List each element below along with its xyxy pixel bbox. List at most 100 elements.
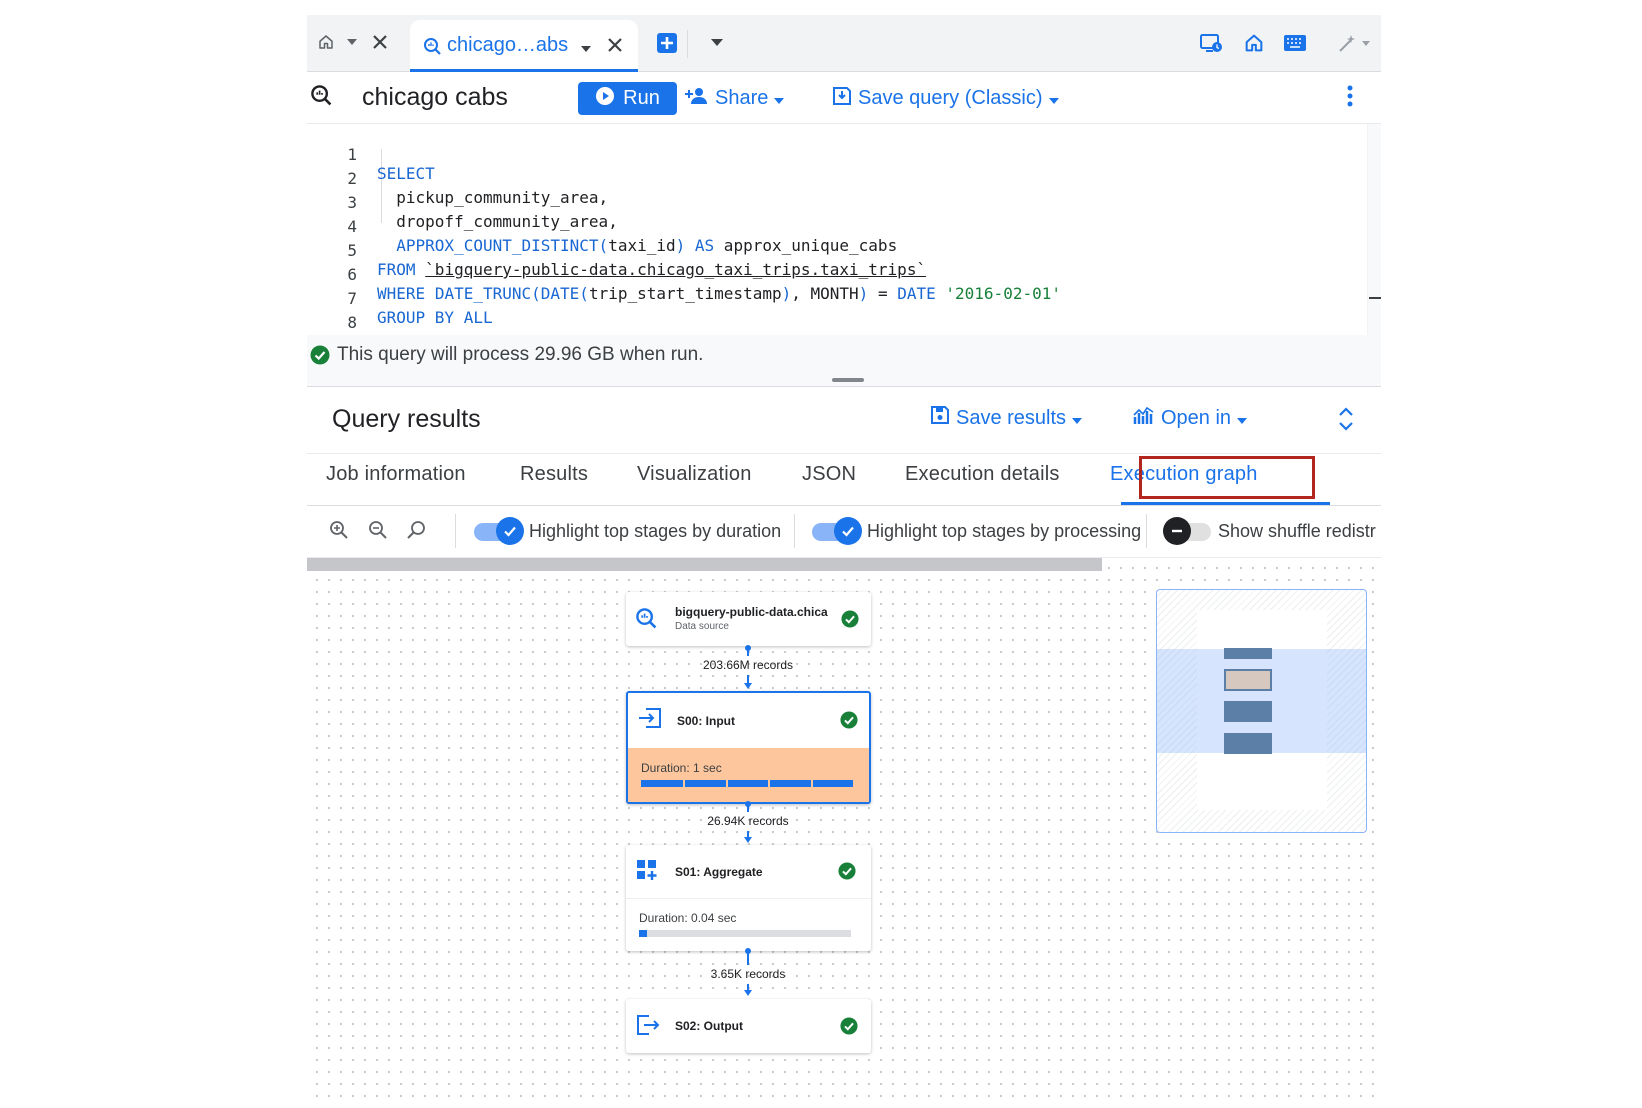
code-line[interactable]: 4 APPROX_COUNT_DISTINCT(taxi_id) AS appr… bbox=[307, 198, 1367, 255]
caret-down-icon bbox=[774, 87, 785, 110]
share-label: Share bbox=[715, 87, 769, 109]
caret-down-icon bbox=[1237, 407, 1248, 430]
share-button[interactable]: Share bbox=[685, 82, 785, 115]
edge-line bbox=[747, 648, 749, 656]
query-tab[interactable]: chicago…abs bbox=[410, 20, 638, 72]
tab-list-icon[interactable] bbox=[711, 39, 723, 46]
home-icon[interactable] bbox=[1243, 32, 1265, 54]
code-line[interactable]: 1 SELECT bbox=[307, 126, 1367, 183]
bigquery-console: chicago…abs chicago cabs Run Share Save … bbox=[307, 15, 1381, 1100]
duration-bar-divider bbox=[683, 780, 685, 787]
tab-visualization[interactable]: Visualization bbox=[637, 463, 752, 486]
minimap-node-selected bbox=[1224, 669, 1272, 691]
toggle-shuffle-label: Show shuffle redistr bbox=[1218, 521, 1376, 541]
toggle-shuffle[interactable] bbox=[1163, 517, 1213, 545]
duration-section-highlighted: Duration: 1 sec bbox=[628, 748, 869, 802]
execution-graph-canvas[interactable]: bigquery-public-data.chica Data source 2… bbox=[307, 558, 1381, 1100]
node-title: bigquery-public-data.chica bbox=[675, 605, 828, 619]
tab-json[interactable]: JSON bbox=[802, 463, 856, 486]
ask-question-icon[interactable] bbox=[1199, 32, 1223, 54]
tab-execution-details[interactable]: Execution details bbox=[905, 463, 1060, 486]
home-icon[interactable] bbox=[317, 33, 335, 51]
minimap-node bbox=[1224, 648, 1272, 659]
output-icon bbox=[635, 1014, 661, 1041]
duration-text: Duration: 1 sec bbox=[641, 761, 722, 775]
run-button[interactable]: Run bbox=[578, 82, 677, 115]
minimap-node bbox=[1224, 701, 1272, 722]
check-icon bbox=[496, 517, 524, 545]
edge-line bbox=[747, 951, 749, 965]
minimap-node bbox=[1224, 733, 1272, 754]
save-query-button[interactable]: Save query (Classic) bbox=[832, 82, 1059, 115]
tab-job-information[interactable]: Job information bbox=[326, 463, 466, 486]
more-vert-icon[interactable] bbox=[1347, 84, 1353, 113]
caret-down-icon bbox=[1072, 407, 1083, 430]
toggle-duration[interactable] bbox=[474, 517, 524, 545]
check-circle-icon bbox=[840, 1017, 858, 1040]
duration-text: Duration: 0.04 sec bbox=[639, 911, 737, 925]
duration-bar bbox=[639, 930, 851, 937]
tab-results[interactable]: Results bbox=[520, 463, 588, 486]
input-icon bbox=[637, 707, 663, 734]
zoom-in-icon[interactable] bbox=[329, 520, 349, 545]
cursor-marker bbox=[1369, 297, 1381, 299]
edge-line bbox=[747, 804, 749, 812]
code-line[interactable]: 5 FROM `bigquery-public-data.chicago_tax… bbox=[307, 222, 1367, 279]
query-title[interactable]: chicago cabs bbox=[362, 83, 508, 112]
results-title: Query results bbox=[332, 405, 481, 433]
stage-node-s01[interactable]: S01: Aggregate Duration: 0.04 sec bbox=[626, 845, 871, 951]
duration-bar-divider bbox=[768, 780, 770, 787]
graph-toolbar: Highlight top stages by duration Highlig… bbox=[307, 506, 1381, 558]
toolbar-divider bbox=[455, 514, 456, 548]
check-icon bbox=[834, 517, 862, 545]
caret-down-icon bbox=[1048, 87, 1059, 110]
active-tab-indicator bbox=[1121, 502, 1330, 505]
stage-node-s02[interactable]: S02: Output bbox=[626, 999, 871, 1053]
duration-bar-fill bbox=[639, 930, 647, 937]
check-circle-icon bbox=[840, 711, 858, 734]
tab-bar: chicago…abs bbox=[307, 15, 1381, 72]
code-line[interactable]: 2 pickup_community_area, bbox=[307, 150, 1367, 207]
code-line[interactable]: 3 dropoff_community_area, bbox=[307, 174, 1367, 231]
code-line[interactable]: 6 WHERE DATE_TRUNC(DATE(trip_start_times… bbox=[307, 246, 1367, 303]
zoom-out-icon[interactable] bbox=[368, 520, 388, 545]
toggle-processing-label: Highlight top stages by processing bbox=[867, 521, 1142, 541]
add-person-icon bbox=[685, 87, 709, 111]
open-in-label: Open in bbox=[1161, 406, 1232, 429]
data-source-node[interactable]: bigquery-public-data.chica Data source bbox=[626, 592, 871, 646]
magic-pen-icon[interactable] bbox=[1337, 32, 1371, 54]
open-in-button[interactable]: Open in bbox=[1133, 405, 1248, 431]
duration-bar-divider bbox=[726, 780, 728, 787]
results-tabs: Job information Results Visualization JS… bbox=[307, 454, 1381, 506]
duration-bar-divider bbox=[811, 780, 813, 787]
editor-scrollbar[interactable] bbox=[1367, 124, 1381, 335]
caret-down-icon[interactable] bbox=[347, 39, 357, 45]
toggle-processing[interactable] bbox=[812, 517, 862, 545]
horizontal-scrollbar[interactable] bbox=[307, 558, 1102, 571]
query-icon bbox=[310, 84, 334, 113]
minus-icon bbox=[1163, 517, 1191, 545]
keyboard-icon[interactable] bbox=[1283, 34, 1307, 52]
edge-label: 203.66M records bbox=[702, 658, 794, 672]
sql-editor[interactable]: 1 SELECT 2 pickup_community_area, 3 drop… bbox=[307, 124, 1381, 351]
add-tab-icon[interactable] bbox=[656, 32, 678, 54]
close-icon[interactable] bbox=[371, 33, 389, 51]
caret-down-icon[interactable] bbox=[581, 39, 591, 57]
node-subtitle: Data source bbox=[675, 621, 729, 632]
expand-icon[interactable] bbox=[1338, 406, 1354, 437]
check-circle-icon bbox=[838, 862, 856, 885]
save-results-button[interactable]: Save results bbox=[930, 405, 1083, 431]
code-line[interactable]: 7 GROUP BY ALL bbox=[307, 270, 1367, 327]
stage-node-s00[interactable]: S00: Input Duration: 1 sec bbox=[626, 691, 871, 804]
close-icon[interactable] bbox=[606, 36, 624, 59]
zoom-reset-icon[interactable] bbox=[406, 520, 426, 545]
check-circle-icon bbox=[310, 345, 330, 370]
validator-status: This query will process 29.96 GB when ru… bbox=[307, 335, 1381, 387]
annotation-highlight-box bbox=[1139, 456, 1315, 499]
graph-minimap[interactable] bbox=[1156, 589, 1367, 833]
query-header: chicago cabs Run Share Save query (Class… bbox=[307, 72, 1381, 124]
tab-divider bbox=[687, 30, 688, 58]
code-line[interactable]: 8 ORDER BY approx_unique_cabs DESC; bbox=[307, 294, 1367, 351]
query-icon bbox=[635, 607, 659, 636]
resize-handle[interactable] bbox=[832, 378, 864, 382]
